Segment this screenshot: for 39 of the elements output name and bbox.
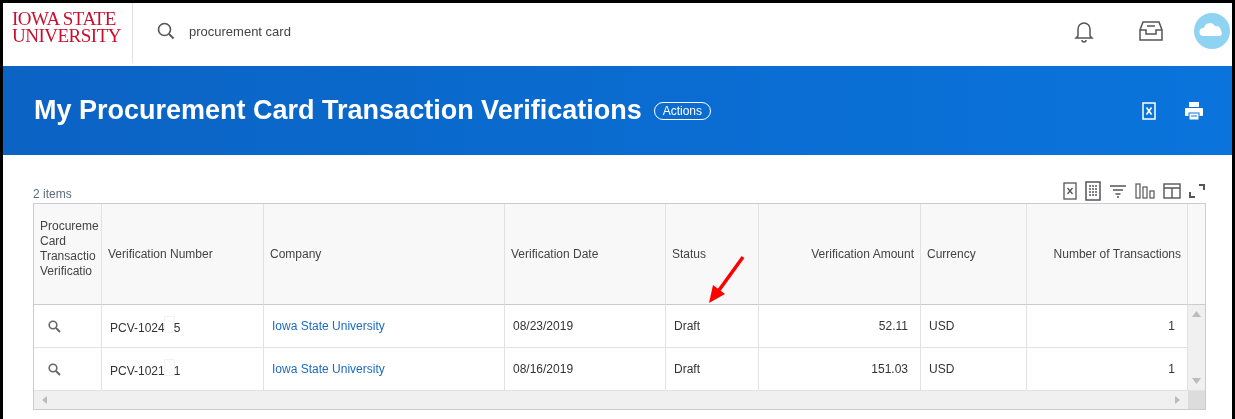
fullscreen-icon[interactable] [1189, 184, 1205, 198]
column-header[interactable]: Status [666, 204, 759, 305]
column-header[interactable]: Verification Date [505, 204, 666, 305]
column-header[interactable]: Verification Amount [759, 204, 921, 305]
column-header[interactable]: Procureme Card Transactio Verificatio [34, 204, 102, 305]
column-header[interactable]: Number of Transactions [1027, 204, 1188, 305]
table-cell: 1 [1027, 348, 1188, 391]
excel-export-icon[interactable] [1063, 182, 1077, 200]
table-cell: 08/16/2019 [505, 348, 666, 391]
search-field[interactable]: procurement card [187, 22, 491, 40]
table-cell: USD [921, 348, 1027, 391]
bar-chart-icon[interactable] [1135, 183, 1155, 199]
university-logo[interactable]: IOWA STATE UNIVERSITY [3, 3, 133, 63]
search-icon[interactable] [48, 362, 61, 376]
company-link[interactable]: Iowa State University [272, 362, 385, 376]
company-link[interactable]: Iowa State University [272, 319, 385, 333]
column-layout-icon[interactable] [1163, 183, 1181, 199]
filter-icon[interactable] [1109, 184, 1127, 198]
table-cell: PCV-1024 5 [102, 305, 264, 348]
table-cell: Draft [666, 305, 759, 348]
notification-bell-icon[interactable] [1074, 19, 1094, 43]
table-cell: 08/23/2019 [505, 305, 666, 348]
search-icon [157, 22, 175, 40]
scrollbar-corner [1188, 391, 1205, 409]
column-header[interactable]: Currency [921, 204, 1027, 305]
search-icon[interactable] [48, 319, 61, 333]
table-cell: USD [921, 305, 1027, 348]
list-view-icon[interactable] [1085, 181, 1101, 201]
table-cell: Draft [666, 348, 759, 391]
print-icon[interactable] [1184, 100, 1204, 121]
item-count: 2 items [33, 187, 72, 201]
table-cell: 151.03 [759, 348, 921, 391]
column-header[interactable]: Company [264, 204, 505, 305]
inbox-tray-icon[interactable] [1138, 20, 1164, 42]
column-header[interactable]: Verification Number [102, 204, 264, 305]
table-cell: 1 [1027, 305, 1188, 348]
table-cell: PCV-1021 1 [102, 348, 264, 391]
table-cell: 52.11 [759, 305, 921, 348]
page-title: My Procurement Card Transaction Verifications [34, 95, 642, 126]
